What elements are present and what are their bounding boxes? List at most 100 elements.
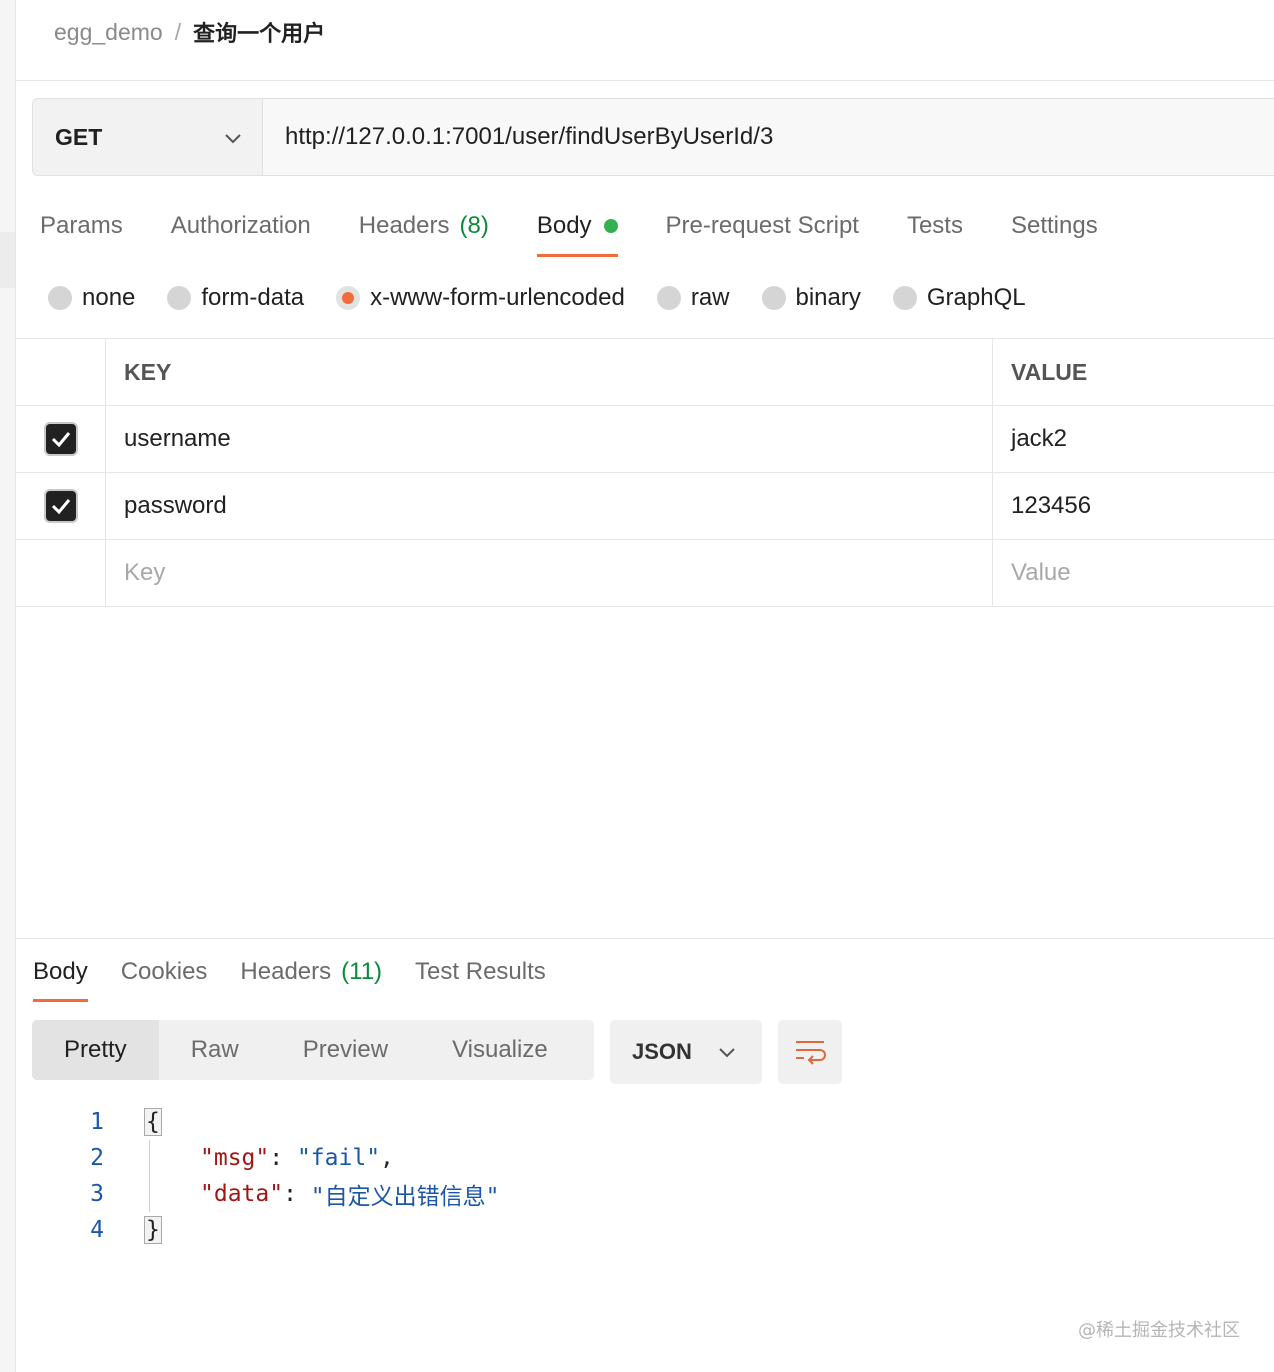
radio-icon <box>48 286 72 310</box>
checkmark-icon <box>51 432 70 448</box>
tab-label: Tests <box>906 212 963 239</box>
sidebar-edge <box>0 0 16 1372</box>
key-field[interactable]: password <box>106 473 993 539</box>
radio-label: GraphQL <box>926 284 1026 311</box>
tab-pre-request-script[interactable]: Pre-request Script <box>666 205 859 247</box>
chevron-down-icon <box>224 124 242 151</box>
code-line: 4 } <box>80 1212 500 1248</box>
tab-label: Headers <box>240 958 332 985</box>
row-checkbox[interactable] <box>43 422 78 456</box>
checkmark-icon <box>51 499 70 515</box>
code-line: 3 "data": "自定义出错信息" <box>80 1176 500 1212</box>
key-field[interactable]: username <box>106 406 993 472</box>
body-type-binary[interactable]: binary <box>761 284 861 312</box>
line-number: 2 <box>90 1145 104 1171</box>
table-row: username jack2 <box>16 406 1274 473</box>
body-type-raw[interactable]: raw <box>656 284 730 312</box>
tab-body[interactable]: Body <box>536 205 618 257</box>
table-header-row: KEY VALUE <box>16 339 1274 406</box>
tab-label: Params <box>40 212 123 239</box>
line-number: 4 <box>90 1217 104 1243</box>
view-preview-button[interactable]: Preview <box>271 1020 420 1080</box>
response-body-code[interactable]: 1 { 2 "msg": "fail", 3 "data": "自定义出错信息"… <box>80 1104 500 1248</box>
tab-label: Body <box>536 212 592 239</box>
table-header-cell <box>16 339 106 405</box>
radio-label: form-data <box>201 284 305 311</box>
radio-label: binary <box>795 284 861 311</box>
chevron-down-icon <box>718 1039 736 1065</box>
value-field[interactable]: 123456 <box>993 473 1274 539</box>
sidebar-collapse-handle[interactable] <box>0 232 15 288</box>
json-key: "data" <box>200 1181 284 1207</box>
response-tab-cookies[interactable]: Cookies <box>121 952 208 992</box>
view-visualize-button[interactable]: Visualize <box>420 1020 580 1080</box>
json-brace: } <box>144 1216 162 1244</box>
body-type-urlencoded[interactable]: x-www-form-urlencoded <box>336 284 625 312</box>
view-pretty-button[interactable]: Pretty <box>32 1020 159 1080</box>
radio-icon <box>167 286 192 310</box>
key-input-placeholder[interactable]: Key <box>106 540 993 606</box>
tab-authorization[interactable]: Authorization <box>171 205 311 247</box>
method-label: GET <box>55 123 103 150</box>
value-column-header: VALUE <box>1011 358 1088 385</box>
table-row-new: Key Value <box>16 540 1274 607</box>
tab-params[interactable]: Params <box>40 205 123 247</box>
format-label: JSON <box>632 1039 692 1064</box>
body-active-dot-icon <box>603 219 618 233</box>
headers-count-badge: (8) <box>459 212 489 239</box>
url-bar: GET http://127.0.0.1:7001/user/findUserB… <box>32 98 1274 176</box>
row-checkbox-cell <box>16 540 106 606</box>
breadcrumb: egg_demo / 查询一个用户 <box>54 14 325 50</box>
line-number: 3 <box>90 1181 104 1207</box>
tab-headers[interactable]: Headers (8) <box>359 205 489 247</box>
tab-label: Cookies <box>120 958 208 985</box>
params-table: KEY VALUE username jack2 password 123456… <box>16 338 1274 607</box>
key-column-header: KEY <box>106 339 993 405</box>
response-format-select[interactable]: JSON <box>610 1020 762 1084</box>
code-line: 1 { <box>80 1104 500 1140</box>
line-number: 1 <box>90 1109 104 1135</box>
json-brace: { <box>144 1108 162 1136</box>
divider <box>16 80 1274 81</box>
wrap-lines-icon <box>796 1041 826 1065</box>
value-field[interactable]: jack2 <box>993 406 1274 472</box>
radio-label: none <box>82 284 136 311</box>
code-line: 2 "msg": "fail", <box>80 1140 500 1176</box>
response-tabs: Body Cookies Headers (11) Test Results <box>33 952 579 1002</box>
breadcrumb-separator: / <box>174 18 182 45</box>
url-input[interactable]: http://127.0.0.1:7001/user/findUserByUse… <box>263 99 1274 175</box>
tab-label: Headers <box>358 212 450 239</box>
response-tab-test-results[interactable]: Test Results <box>415 952 546 992</box>
tab-tests[interactable]: Tests <box>907 205 963 247</box>
radio-label: x-www-form-urlencoded <box>370 284 625 311</box>
method-select[interactable]: GET <box>33 99 263 175</box>
body-type-form-data[interactable]: form-data <box>167 284 304 312</box>
view-raw-button[interactable]: Raw <box>159 1020 271 1080</box>
row-checkbox-cell <box>16 406 106 472</box>
value-input-placeholder[interactable]: Value <box>993 540 1274 606</box>
radio-icon <box>761 286 786 310</box>
response-tab-headers[interactable]: Headers (11) <box>240 952 382 992</box>
tab-label: Body <box>33 958 88 985</box>
request-tabs: Params Authorization Headers (8) Body Pr… <box>40 205 1146 261</box>
breadcrumb-collection[interactable]: egg_demo <box>54 19 163 46</box>
response-tab-body[interactable]: Body <box>33 952 88 1002</box>
json-string-value: "自定义出错信息" <box>310 1184 500 1210</box>
table-row: password 123456 <box>16 473 1274 540</box>
json-string-value: "fail" <box>296 1145 381 1171</box>
body-type-graphql[interactable]: GraphQL <box>892 284 1026 312</box>
body-type-none[interactable]: none <box>48 284 135 312</box>
radio-icon <box>656 286 681 310</box>
watermark: @稀土掘金技术社区 <box>1078 1320 1240 1341</box>
radio-label: raw <box>690 284 730 311</box>
radio-checked-icon <box>336 286 361 310</box>
row-checkbox-cell <box>16 473 106 539</box>
tab-label: Pre-request Script <box>665 212 859 239</box>
wrap-lines-button[interactable] <box>778 1020 842 1084</box>
row-checkbox[interactable] <box>43 489 78 523</box>
json-key: "msg" <box>200 1145 270 1171</box>
breadcrumb-request-name[interactable]: 查询一个用户 <box>193 16 325 48</box>
tab-settings[interactable]: Settings <box>1011 205 1098 247</box>
response-view-mode-group: Pretty Raw Preview Visualize <box>32 1020 594 1080</box>
tab-label: Authorization <box>170 212 311 239</box>
